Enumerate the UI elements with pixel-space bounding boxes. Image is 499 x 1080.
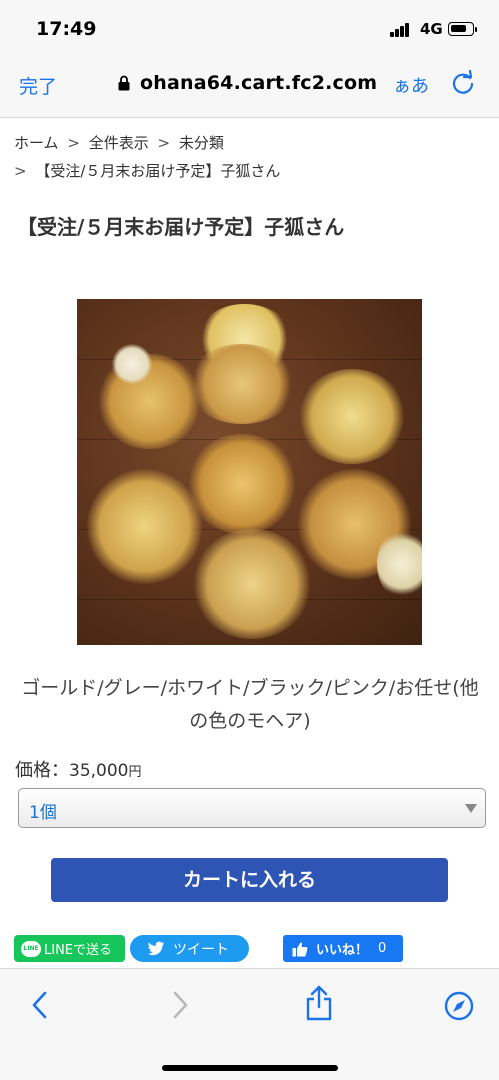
price-row: 価格：35,000円	[15, 756, 142, 782]
home-indicator	[162, 1065, 338, 1071]
breadcrumb-separator: >	[67, 134, 80, 152]
back-icon[interactable]	[30, 991, 48, 1019]
lock-icon	[118, 75, 130, 91]
share-icon[interactable]	[305, 985, 333, 1021]
browser-nav-bar: 完了 ohana64.cart.fc2.com ぁあ	[0, 58, 499, 118]
status-bar: 17:49 4G	[0, 0, 499, 58]
tweet-button[interactable]: ツイート	[130, 935, 249, 962]
like-label: いいね！	[316, 943, 369, 958]
line-icon: LINE	[21, 940, 41, 957]
add-to-cart-button[interactable]: カートに入れる	[51, 858, 448, 902]
product-title: 【受注/５月末お届け予定】子狐さん	[17, 215, 345, 239]
done-button[interactable]: 完了	[19, 72, 57, 99]
breadcrumb-current: 【受注/５月末お届け予定】子狐さん	[35, 162, 281, 180]
product-image[interactable]	[77, 299, 422, 645]
quantity-value: 1個	[29, 803, 57, 823]
network-type: 4G	[420, 20, 443, 38]
tweet-label: ツイート	[173, 941, 229, 958]
price-label: 価格：	[15, 760, 69, 781]
address-bar[interactable]: ohana64.cart.fc2.com	[118, 72, 377, 94]
signal-icon	[390, 23, 416, 37]
browser-toolbar	[0, 968, 499, 1080]
breadcrumb-home[interactable]: ホーム	[14, 134, 59, 152]
breadcrumb-uncategorized[interactable]: 未分類	[179, 134, 224, 152]
facebook-like-button[interactable]: いいね！ 0	[283, 935, 403, 962]
breadcrumb: ホーム > 全件表示 > 未分類 > 【受注/５月末お届け予定】子狐さん	[14, 129, 484, 185]
like-count: 0	[378, 941, 387, 956]
breadcrumb-separator: >	[14, 162, 27, 180]
url-text: ohana64.cart.fc2.com	[140, 72, 378, 94]
breadcrumb-all[interactable]: 全件表示	[89, 134, 149, 152]
text-size-button[interactable]: ぁあ	[393, 72, 429, 98]
battery-icon	[448, 22, 477, 36]
line-share-button[interactable]: LINE LINEで送る	[14, 935, 125, 962]
twitter-bird-icon	[147, 941, 165, 955]
status-time: 17:49	[36, 18, 97, 40]
reload-icon[interactable]	[450, 70, 476, 96]
price-value: 35,000	[69, 761, 129, 781]
dropdown-arrow-icon	[465, 804, 477, 813]
compass-icon[interactable]	[444, 991, 474, 1021]
quantity-select[interactable]: 1個	[18, 788, 486, 828]
variant-description: ゴールド/グレー/ホワイト/ブラック/ピンク/お任せ(他の色のモヘア)	[21, 677, 479, 732]
price-unit: 円	[128, 765, 142, 780]
thumbs-up-icon	[292, 942, 308, 956]
line-share-label: LINEで送る	[44, 943, 113, 958]
breadcrumb-separator: >	[157, 134, 171, 152]
forward-icon[interactable]	[172, 991, 190, 1019]
